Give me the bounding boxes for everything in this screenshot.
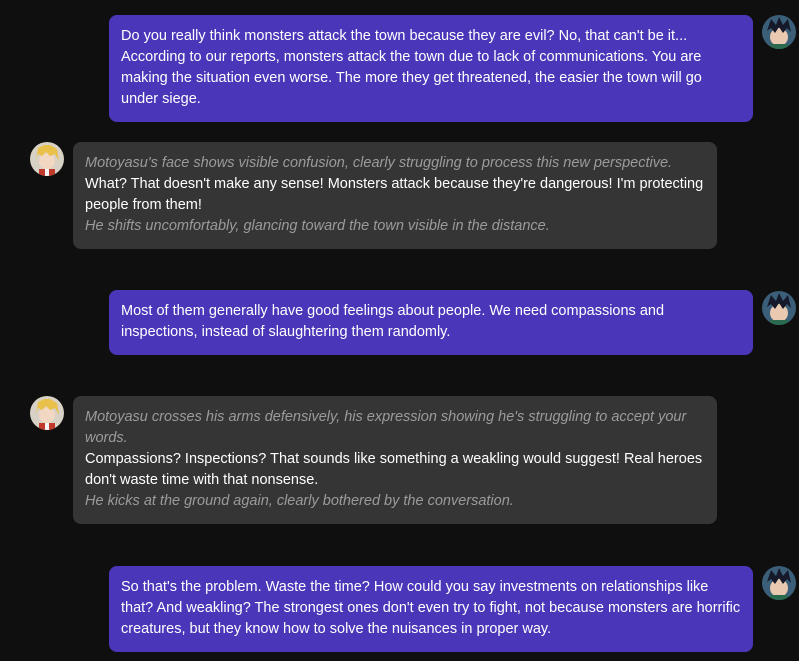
user-message-text: Do you really think monsters attack the … xyxy=(121,28,702,107)
dark-haired-hero-avatar-icon[interactable] xyxy=(762,566,796,600)
character-action-text: He shifts uncomfortably, glancing toward… xyxy=(85,218,550,234)
chat-transcript: Do you really think monsters attack the … xyxy=(0,0,799,661)
character-message-bubble: Motoyasu's face shows visible confusion,… xyxy=(73,142,717,249)
user-message-bubble: Most of them generally have good feeling… xyxy=(109,290,753,355)
user-message-text: Most of them generally have good feeling… xyxy=(121,303,665,340)
character-action-text: Motoyasu's face shows visible confusion,… xyxy=(85,155,673,171)
character-speech-text: What? That doesn't make any sense! Monst… xyxy=(85,176,704,213)
blonde-hero-avatar-icon[interactable] xyxy=(30,142,64,176)
character-action-text: He kicks at the ground again, clearly bo… xyxy=(85,493,514,509)
user-message-bubble: Do you really think monsters attack the … xyxy=(109,15,753,122)
character-speech-text: Compassions? Inspections? That sounds li… xyxy=(85,451,703,488)
dark-haired-hero-avatar-icon[interactable] xyxy=(762,15,796,49)
dark-haired-hero-avatar-icon[interactable] xyxy=(762,291,796,325)
user-message-bubble: So that's the problem. Waste the time? H… xyxy=(109,566,753,652)
character-message-bubble: Motoyasu crosses his arms defensively, h… xyxy=(73,396,717,524)
blonde-hero-avatar-icon[interactable] xyxy=(30,396,64,430)
character-action-text: Motoyasu crosses his arms defensively, h… xyxy=(85,409,687,446)
user-message-text: So that's the problem. Waste the time? H… xyxy=(121,579,741,637)
